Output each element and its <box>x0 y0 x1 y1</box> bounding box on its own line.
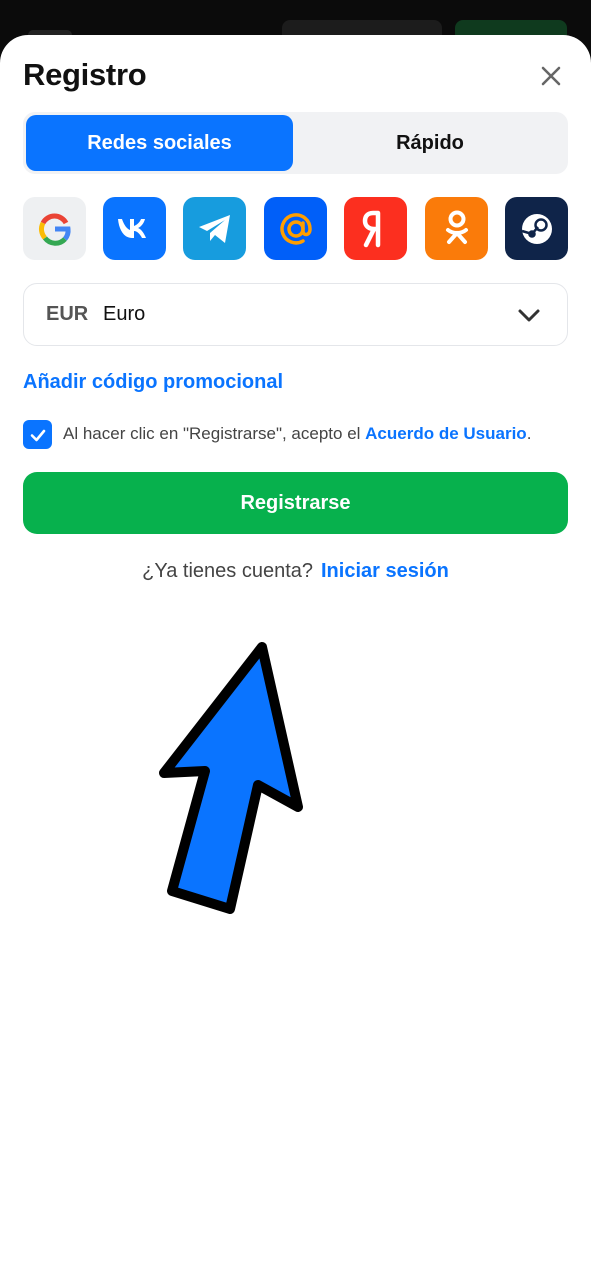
vk-login-button[interactable] <box>103 197 166 260</box>
steam-icon <box>521 213 552 244</box>
register-button[interactable]: Registrarse <box>23 472 568 534</box>
checkmark-icon <box>30 429 45 441</box>
login-link[interactable]: Iniciar sesión <box>321 560 449 582</box>
agreement-text-main: Al hacer clic en "Registrarse", acepto e… <box>63 424 366 443</box>
registration-sheet: Registro Redes sociales Rápido EUR Euro … <box>0 35 591 1280</box>
yandex-login-button[interactable] <box>344 197 407 260</box>
currency-name: Euro <box>103 303 146 325</box>
arrow-up-icon <box>159 642 303 914</box>
currency-code: EUR <box>46 303 89 325</box>
steam-login-button[interactable] <box>505 197 568 260</box>
agreement-checkbox[interactable] <box>23 420 52 449</box>
social-login-row <box>23 197 568 261</box>
mailru-login-button[interactable] <box>264 197 327 260</box>
odnoklassniki-icon <box>445 210 468 244</box>
tab-social-networks[interactable]: Redes sociales <box>26 115 293 171</box>
modal-title: Registro <box>23 57 147 92</box>
agreement-text: Al hacer clic en "Registrarse", acepto e… <box>63 424 531 444</box>
user-agreement-row: Al hacer clic en "Registrarse", acepto e… <box>23 420 568 450</box>
mailru-icon <box>279 212 312 245</box>
registration-tabs: Redes sociales Rápido <box>23 112 568 174</box>
login-prompt-text: ¿Ya tienes cuenta? <box>142 560 313 582</box>
chevron-down-icon <box>518 309 540 322</box>
google-login-button[interactable] <box>23 197 86 260</box>
add-promo-code-link[interactable]: Añadir código promocional <box>23 371 283 394</box>
close-icon <box>541 66 561 86</box>
vk-icon <box>117 218 146 238</box>
yandex-icon <box>362 210 380 247</box>
close-button[interactable] <box>534 59 568 93</box>
login-prompt-row: ¿Ya tienes cuenta? Iniciar sesión <box>0 560 591 583</box>
tab-quick[interactable]: Rápido <box>295 115 565 171</box>
telegram-icon <box>198 214 230 243</box>
user-agreement-link[interactable]: Acuerdo de Usuario <box>365 424 527 443</box>
currency-select[interactable]: EUR Euro <box>23 283 568 346</box>
telegram-login-button[interactable] <box>183 197 246 260</box>
odnoklassniki-login-button[interactable] <box>425 197 488 260</box>
agreement-text-suffix: . <box>526 424 532 443</box>
google-icon <box>38 213 71 246</box>
